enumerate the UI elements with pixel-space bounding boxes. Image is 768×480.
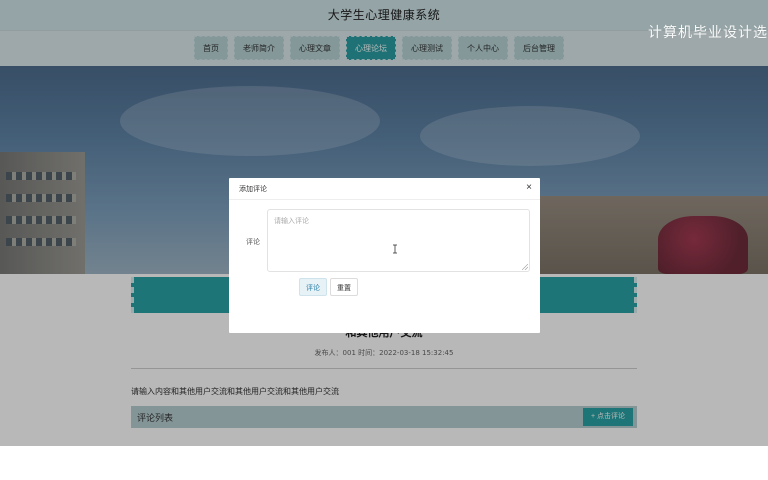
resize-handle-icon[interactable] — [522, 264, 528, 270]
modal-header: 添加评论 × — [229, 178, 540, 200]
add-comment-modal: 添加评论 × 评论 评论 重置 — [229, 178, 540, 333]
reset-button[interactable]: 重置 — [330, 278, 358, 296]
comment-field-label: 评论 — [246, 238, 260, 246]
comment-textarea[interactable] — [267, 209, 530, 272]
close-icon[interactable]: × — [526, 182, 532, 194]
watermark-text: 计算机毕业设计选 — [648, 25, 768, 41]
modal-title: 添加评论 — [239, 185, 267, 193]
text-cursor-icon — [393, 244, 397, 254]
submit-comment-button[interactable]: 评论 — [299, 278, 327, 296]
page: 大学生心理健康系统 计算机毕业设计选 首页 老师简介 心理文章 心理论坛 心理测… — [0, 0, 768, 480]
